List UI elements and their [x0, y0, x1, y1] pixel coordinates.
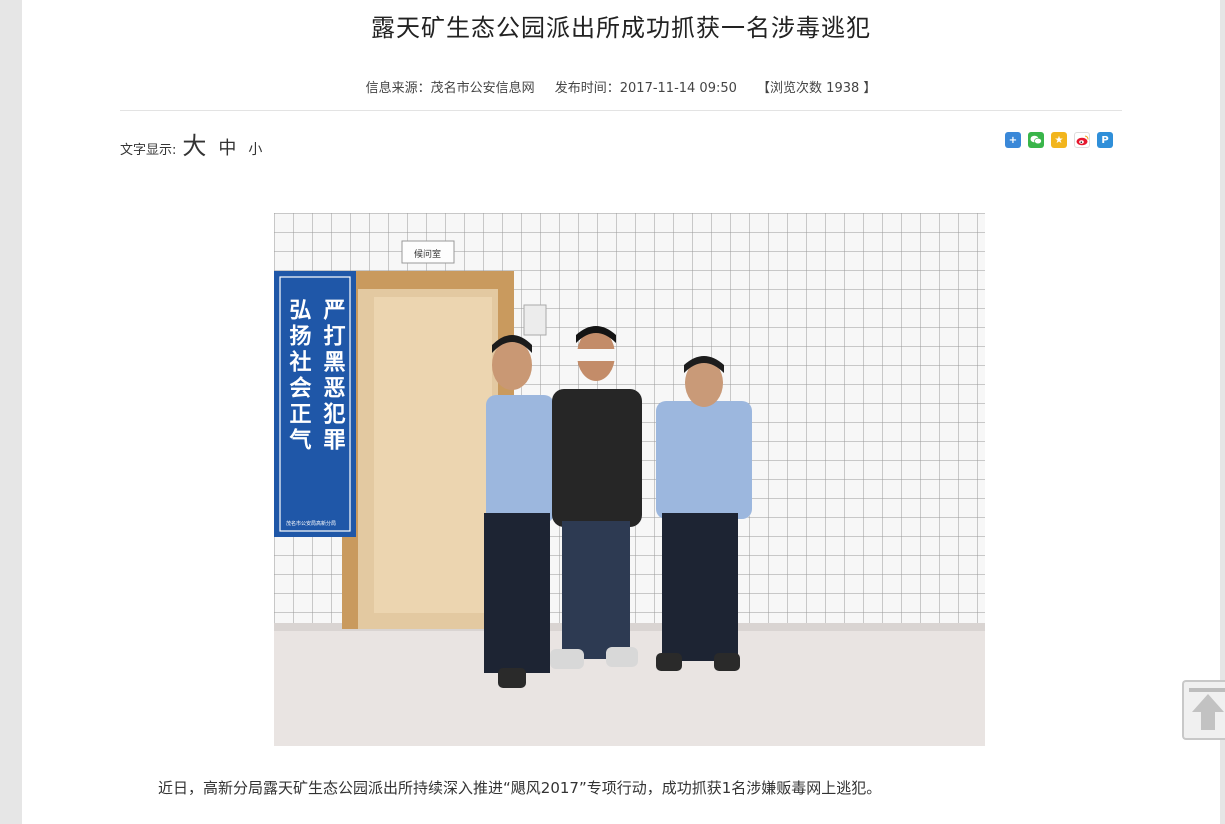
article-paragraph: 近日，高新分局露天矿生态公园派出所持续深入推进“飓风2017”专项行动，成功抓获… [158, 779, 882, 797]
room-sign-text: 候问室 [414, 248, 441, 260]
pengyou-icon[interactable]: P [1097, 132, 1113, 148]
article-meta: 信息来源：茂名市公安信息网 发布时间：2017-11-14 09:50 【浏览次… [22, 77, 1220, 96]
article-page: 露天矿生态公园派出所成功抓获一名涉毒逃犯 信息来源：茂名市公安信息网 发布时间：… [22, 0, 1220, 824]
article-title: 露天矿生态公园派出所成功抓获一名涉毒逃犯 [371, 14, 871, 42]
weibo-icon[interactable] [1074, 132, 1090, 148]
back-to-top-button[interactable] [1182, 680, 1225, 740]
wechat-icon[interactable] [1028, 132, 1044, 148]
banner-footer-text: 茂名市公安局高新分局 [286, 520, 336, 527]
article-photo: 候问室 弘扬社会正气 严打黑恶犯罪 茂名市公安局高新分局 [274, 213, 985, 746]
banner-left-text: 弘扬社会正气 [286, 298, 313, 454]
share-toolbar: + ★ P [1005, 132, 1113, 148]
qzone-icon[interactable]: ★ [1051, 132, 1067, 148]
article-publish-time: 发布时间：2017-11-14 09:50 [554, 81, 737, 96]
article-view-count: 【浏览次数 1938 】 [757, 81, 877, 96]
font-size-switcher: 文字显示: 大 中 小 [120, 126, 262, 161]
font-size-large-button[interactable]: 大 [182, 126, 206, 161]
back-to-top-icon [1189, 688, 1225, 730]
font-size-label: 文字显示: [120, 143, 177, 158]
article-source: 信息来源：茂名市公安信息网 [365, 81, 535, 96]
font-size-small-button[interactable]: 小 [248, 139, 262, 159]
header-divider [120, 110, 1122, 111]
banner-right-text: 严打黑恶犯罪 [320, 298, 347, 454]
font-size-medium-button[interactable]: 中 [218, 134, 236, 160]
plus-icon[interactable]: + [1005, 132, 1021, 148]
